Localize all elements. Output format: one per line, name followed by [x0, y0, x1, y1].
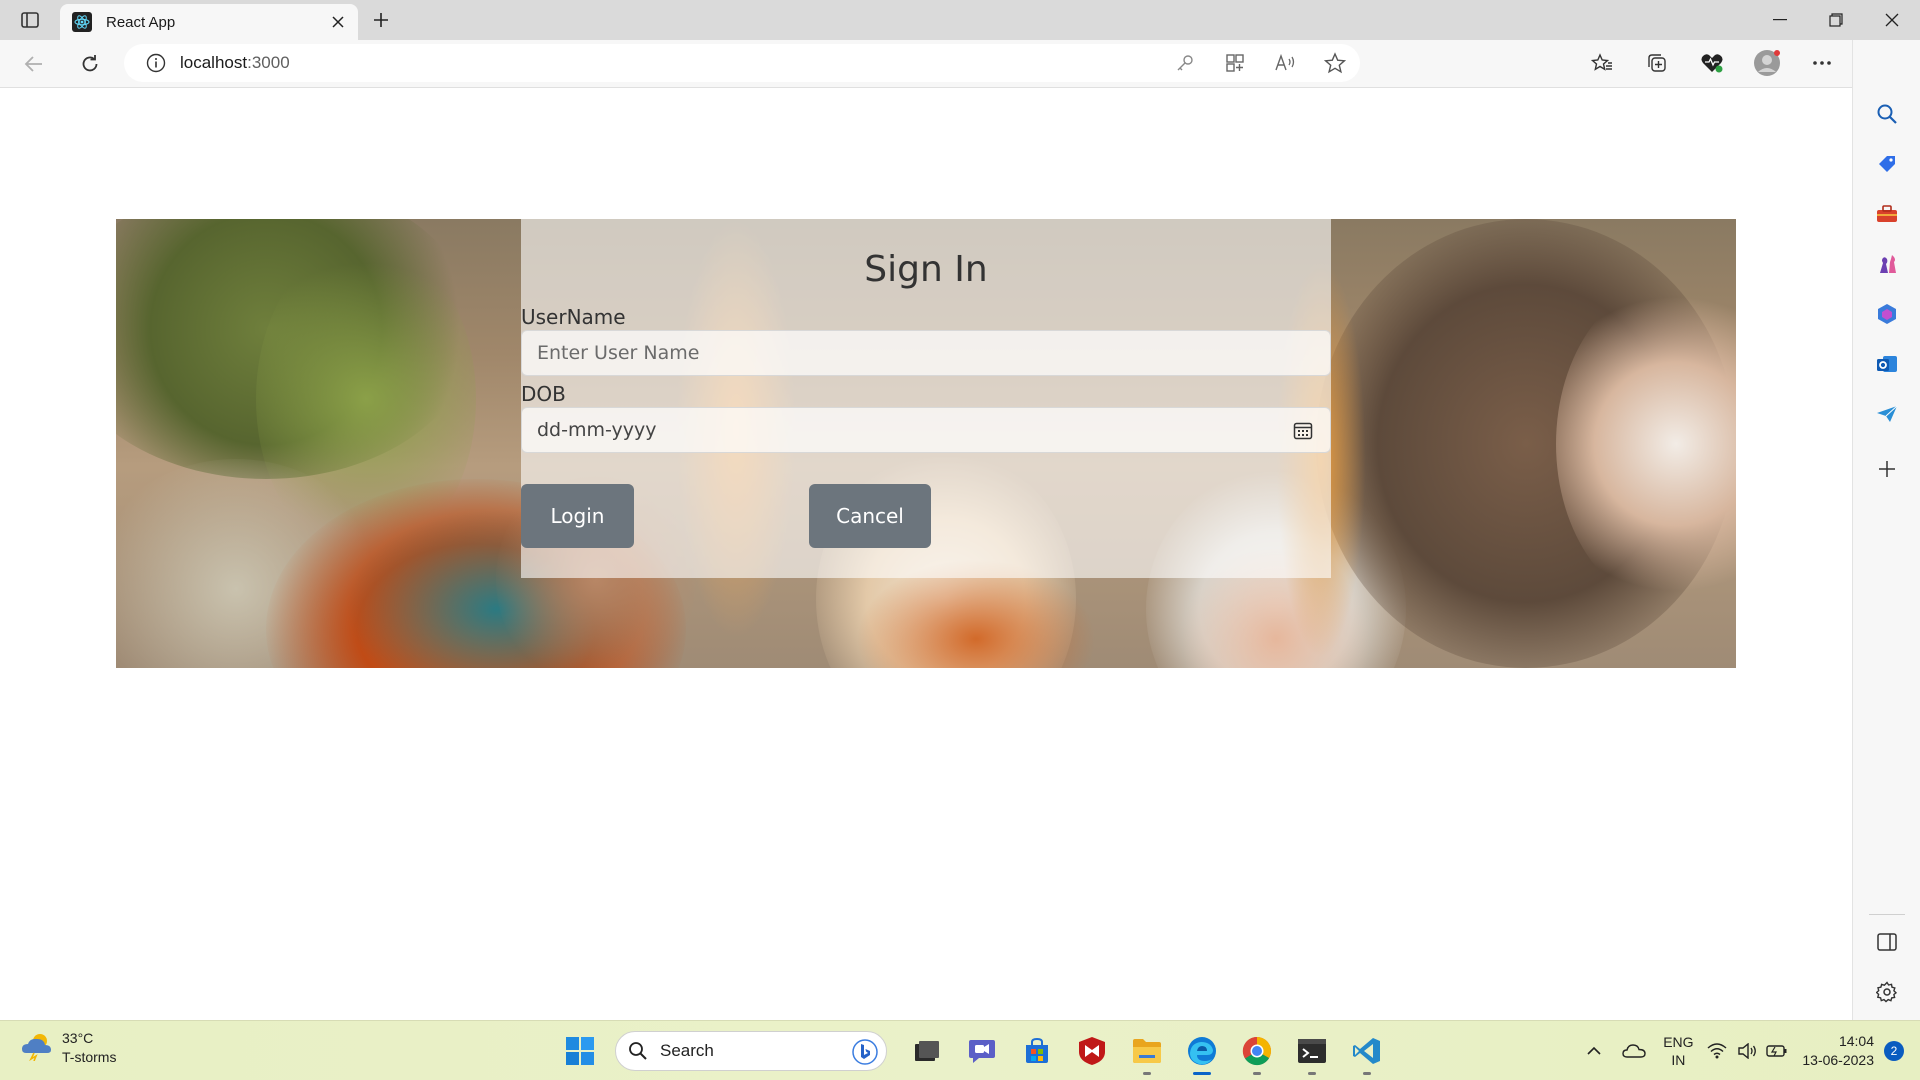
signin-form: Sign In UserName Enter User Name DOB dd-…	[521, 219, 1331, 578]
new-tab-icon[interactable]	[368, 8, 394, 32]
terminal-icon[interactable]	[1284, 1027, 1339, 1075]
username-label: UserName	[521, 305, 626, 329]
browser-tab-bar: React App	[0, 0, 1920, 40]
tab-actions-icon[interactable]	[16, 8, 44, 32]
wifi-icon[interactable]	[1702, 1031, 1732, 1071]
weather-desc: T-storms	[62, 1049, 117, 1065]
minimize-icon[interactable]	[1752, 0, 1808, 40]
dob-label: DOB	[521, 382, 566, 406]
restore-icon[interactable]	[1808, 0, 1864, 40]
weather-widget[interactable]: 33°C T-storms	[20, 1029, 116, 1067]
back-arrow-icon[interactable]	[20, 50, 48, 78]
running-indicator	[1143, 1072, 1151, 1075]
lang-line2: IN	[1671, 1052, 1686, 1068]
more-options-icon[interactable]	[1794, 44, 1849, 82]
hero-background-image: Sign In UserName Enter User Name DOB dd-…	[116, 219, 1736, 668]
react-favicon-icon	[72, 12, 92, 32]
browser-essentials-icon[interactable]	[1684, 44, 1739, 82]
sidebar-shopping-icon[interactable]	[1867, 144, 1907, 184]
search-label: Search	[660, 1041, 714, 1060]
address-bar[interactable]: localhost:3000	[124, 44, 1360, 82]
address-bar-actions	[1160, 44, 1360, 82]
system-tray: ENG IN 14:04 13-06-2023 2	[1574, 1021, 1920, 1080]
dob-placeholder: dd-mm-yyyy	[537, 419, 657, 441]
microsoft-store-icon[interactable]	[1009, 1027, 1064, 1075]
browser-tab[interactable]: React App	[60, 4, 358, 40]
running-indicator	[1308, 1072, 1316, 1075]
storm-cloud-icon	[20, 1031, 54, 1066]
lang-line1: ENG	[1663, 1034, 1694, 1050]
clock[interactable]: 14:04 13-06-2023	[1802, 1032, 1874, 1070]
profile-avatar-icon[interactable]	[1739, 44, 1794, 82]
username-placeholder: Enter User Name	[537, 342, 700, 364]
search-icon	[628, 1041, 648, 1061]
url-port: :3000	[247, 53, 290, 72]
windows-taskbar: 33°C T-storms Search ENG IN 14:04 13-06-…	[0, 1020, 1920, 1080]
running-indicator	[1363, 1072, 1371, 1075]
url-host: localhost	[180, 53, 248, 72]
page-viewport: Sign In UserName Enter User Name DOB dd-…	[0, 89, 1852, 1020]
show-hidden-icons-chevron-icon[interactable]	[1574, 1031, 1614, 1071]
cancel-button[interactable]: Cancel	[809, 484, 931, 548]
sidebar-tools-icon[interactable]	[1867, 194, 1907, 234]
vscode-icon[interactable]	[1339, 1027, 1394, 1075]
site-info-icon[interactable]	[146, 53, 166, 73]
language-indicator[interactable]: ENG IN	[1654, 1033, 1702, 1069]
refresh-icon[interactable]	[76, 50, 104, 78]
edge-sidebar	[1852, 40, 1920, 1020]
collections-icon[interactable]	[1629, 44, 1684, 82]
window-controls	[1752, 0, 1920, 40]
close-tab-icon[interactable]	[328, 12, 348, 32]
form-title: Sign In	[864, 249, 988, 290]
favorite-star-icon[interactable]	[1310, 44, 1360, 82]
url-text: localhost:3000	[180, 53, 290, 73]
sidebar-split-screen-icon[interactable]	[1867, 922, 1907, 962]
task-view-icon[interactable]	[899, 1027, 954, 1075]
password-key-icon[interactable]	[1160, 44, 1210, 82]
weather-temp: 33°C	[62, 1030, 94, 1046]
mcafee-icon[interactable]	[1064, 1027, 1119, 1075]
login-button[interactable]: Login	[521, 484, 634, 548]
sidebar-divider	[1869, 914, 1905, 915]
onedrive-cloud-icon[interactable]	[1614, 1031, 1654, 1071]
battery-icon[interactable]	[1762, 1031, 1792, 1071]
notification-badge[interactable]: 2	[1884, 1041, 1904, 1061]
taskbar-apps: Search	[552, 1027, 1394, 1075]
clock-date: 13-06-2023	[1802, 1052, 1874, 1068]
username-input[interactable]: Enter User Name	[521, 330, 1331, 376]
sidebar-games-icon[interactable]	[1867, 244, 1907, 284]
clock-time: 14:04	[1838, 1033, 1874, 1049]
sidebar-add-icon[interactable]	[1867, 449, 1907, 489]
taskbar-search-box[interactable]: Search	[615, 1031, 887, 1071]
volume-icon[interactable]	[1732, 1031, 1762, 1071]
bing-search-icon[interactable]	[852, 1039, 878, 1070]
browser-toolbar: localhost:3000	[0, 40, 1920, 88]
sidebar-settings-gear-icon[interactable]	[1867, 972, 1907, 1012]
sidebar-search-icon[interactable]	[1867, 94, 1907, 134]
tab-title: React App	[106, 13, 176, 31]
sidebar-send-icon[interactable]	[1867, 394, 1907, 434]
start-windows-icon[interactable]	[552, 1027, 607, 1075]
chrome-icon[interactable]	[1229, 1027, 1284, 1075]
running-indicator	[1193, 1072, 1211, 1075]
running-indicator	[1253, 1072, 1261, 1075]
app-available-icon[interactable]	[1210, 44, 1260, 82]
dob-date-input[interactable]: dd-mm-yyyy	[521, 407, 1331, 453]
sidebar-microsoft365-icon[interactable]	[1867, 294, 1907, 334]
calendar-icon[interactable]	[1292, 420, 1314, 442]
sidebar-outlook-icon[interactable]	[1867, 344, 1907, 384]
teams-chat-icon[interactable]	[954, 1027, 1009, 1075]
file-explorer-icon[interactable]	[1119, 1027, 1174, 1075]
read-aloud-icon[interactable]	[1260, 44, 1310, 82]
favorites-icon[interactable]	[1574, 44, 1629, 82]
close-window-icon[interactable]	[1864, 0, 1920, 40]
edge-browser-icon[interactable]	[1174, 1027, 1229, 1075]
